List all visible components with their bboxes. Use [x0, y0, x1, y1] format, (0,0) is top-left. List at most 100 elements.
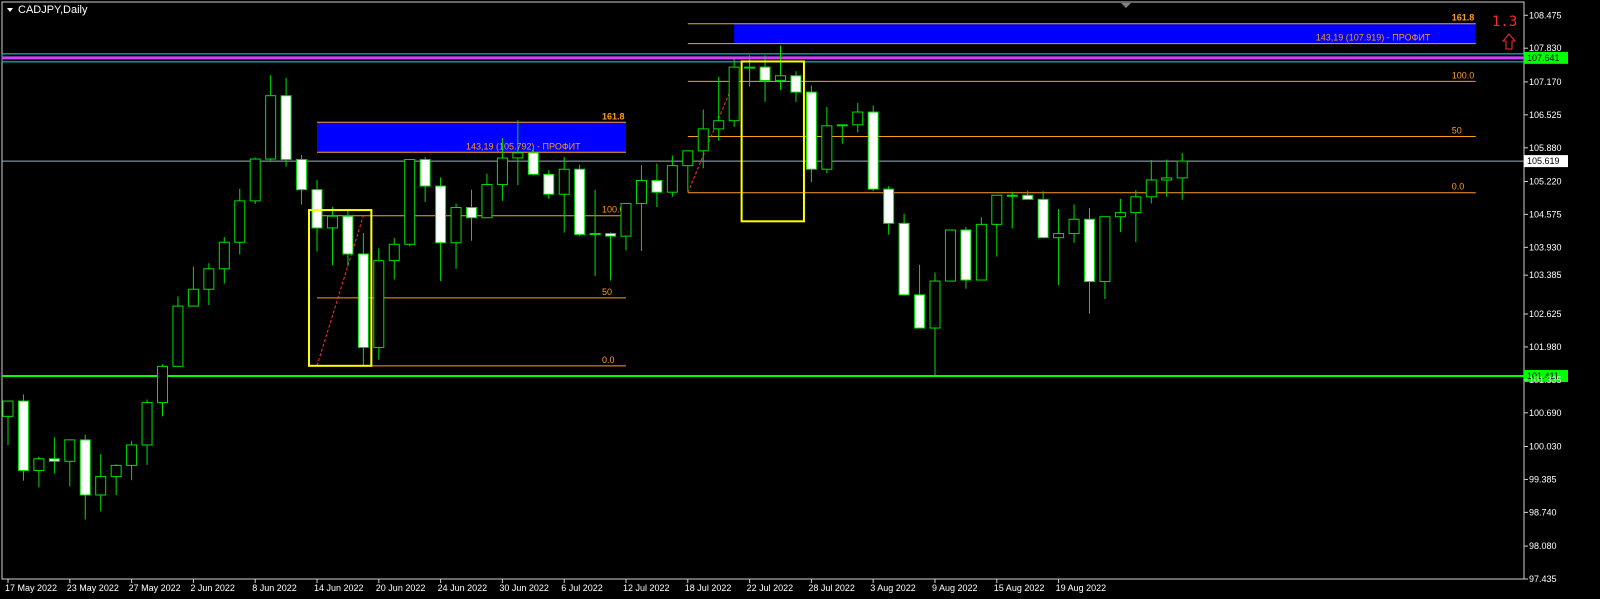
x-tick-label: 14 Jun 2022: [314, 583, 364, 593]
x-tick-label: 19 Aug 2022: [1056, 583, 1107, 593]
y-tick-label: 104.575: [1529, 209, 1562, 219]
fibo-level-label: 100.0: [1452, 70, 1475, 80]
candle-bull: [218, 241, 230, 270]
candle-bull: [944, 229, 956, 282]
candle-bull: [388, 243, 400, 262]
chart-title: CADJPY,Daily: [18, 4, 88, 16]
candle-bull: [64, 439, 76, 462]
candle-bull: [697, 128, 709, 152]
candle-bull: [728, 66, 740, 122]
y-tick-label: 100.030: [1529, 441, 1562, 451]
candle-bear: [651, 179, 663, 193]
candle-bull: [929, 280, 941, 329]
y-tick-label: 100.690: [1529, 408, 1562, 418]
candle-bull: [589, 233, 601, 236]
price-chart[interactable]: 0.0 50 100.0 161.8 143,19 (105.792) - ПРОФИТ…: [0, 0, 1600, 599]
candle-bull: [1053, 233, 1065, 239]
candle-bull: [157, 365, 168, 404]
candle-bull: [821, 125, 833, 170]
candle-bull: [713, 120, 725, 130]
candle-bear: [790, 75, 802, 93]
candle-bear: [605, 233, 617, 237]
y-tick-label: 105.220: [1529, 176, 1562, 186]
candle-bear: [280, 95, 292, 161]
x-tick-label: 28 Jul 2022: [808, 583, 855, 593]
x-tick-label: 18 Jul 2022: [685, 583, 732, 593]
candle-bull: [450, 207, 462, 244]
candle-bear: [960, 229, 972, 281]
candle-bull: [249, 158, 261, 202]
y-tick-label: 103.930: [1529, 242, 1562, 252]
x-tick-label: 3 Aug 2022: [870, 583, 916, 593]
candle-bull: [326, 215, 338, 229]
x-tick-label: 30 Jun 2022: [499, 583, 549, 593]
candle-bull: [110, 464, 122, 478]
fibo-level-label: 50: [1452, 126, 1462, 136]
y-tick-label: 101.980: [1529, 342, 1562, 352]
y-tick-label: 102.625: [1529, 309, 1562, 319]
fibo-level-label: 161.8: [602, 111, 625, 121]
resistance-price-label: 107.641: [1527, 53, 1560, 63]
y-tick-label: 106.525: [1529, 110, 1562, 120]
candle-bull: [234, 200, 246, 243]
candle-bull: [1099, 216, 1111, 283]
candle-bear: [17, 400, 29, 471]
candle-bull: [481, 184, 493, 219]
candle-bull: [33, 458, 45, 471]
candle-bull: [373, 260, 385, 348]
x-tick-label: 9 Aug 2022: [932, 583, 978, 593]
candle-bull: [1176, 160, 1188, 179]
x-tick-label: 15 Aug 2022: [994, 583, 1045, 593]
candle-bear: [48, 458, 60, 462]
candle-bear: [805, 91, 817, 170]
candle-bull: [203, 268, 215, 290]
candle-bull: [187, 288, 199, 307]
candle-bear: [296, 159, 308, 191]
corner-indicator: 1.3: [1492, 14, 1517, 30]
y-tick-label: 97.435: [1529, 574, 1557, 584]
y-tick-label: 101.335: [1529, 375, 1562, 385]
y-tick-label: 98.740: [1529, 507, 1557, 517]
candle-bear: [79, 439, 91, 496]
fibo-level-label: 50: [602, 287, 612, 297]
fibo-level-label: 161.8: [1452, 13, 1475, 23]
candle-bear: [574, 168, 586, 236]
x-tick-label: 8 Jun 2022: [252, 583, 297, 593]
candle-bear: [527, 152, 539, 175]
y-tick-label: 105.880: [1529, 143, 1562, 153]
candle-bull: [666, 165, 678, 193]
y-tick-label: 103.385: [1529, 270, 1562, 280]
y-tick-label: 108.475: [1529, 10, 1562, 20]
candle-bull: [1130, 196, 1142, 214]
candle-bull: [1161, 177, 1173, 181]
candle-bear: [759, 66, 771, 81]
x-tick-label: 24 Jun 2022: [438, 583, 488, 593]
x-tick-label: 23 May 2022: [67, 583, 119, 593]
candle-bull: [1006, 194, 1018, 197]
candle-bear: [466, 207, 477, 219]
candle-bull: [141, 402, 153, 446]
candle-bear: [883, 188, 895, 224]
x-tick-label: 22 Jul 2022: [747, 583, 794, 593]
candle-bear: [914, 294, 926, 329]
candle-bull: [1145, 179, 1157, 198]
x-tick-label: 20 Jun 2022: [376, 583, 426, 593]
candle-bull: [512, 152, 524, 159]
candle-bull: [126, 444, 138, 466]
x-tick-label: 27 May 2022: [129, 583, 181, 593]
profit-label: 143,19 (105.792) - ПРОФИТ: [466, 141, 581, 151]
y-tick-label: 98.080: [1529, 541, 1557, 551]
candle-bull: [558, 168, 570, 195]
candle-bull: [744, 66, 756, 69]
y-tick-label: 107.170: [1529, 77, 1562, 87]
candle-bull: [635, 179, 647, 204]
candle-bear: [867, 111, 879, 190]
x-tick-label: 2 Jun 2022: [190, 583, 235, 593]
candle-bull: [775, 75, 786, 81]
candle-bull: [496, 157, 508, 186]
candle-bull: [2, 400, 14, 417]
candle-bull: [265, 95, 277, 160]
candle-bull: [836, 124, 848, 127]
candle-bear: [543, 173, 555, 195]
fibo-level-label: 0.0: [1452, 182, 1465, 192]
